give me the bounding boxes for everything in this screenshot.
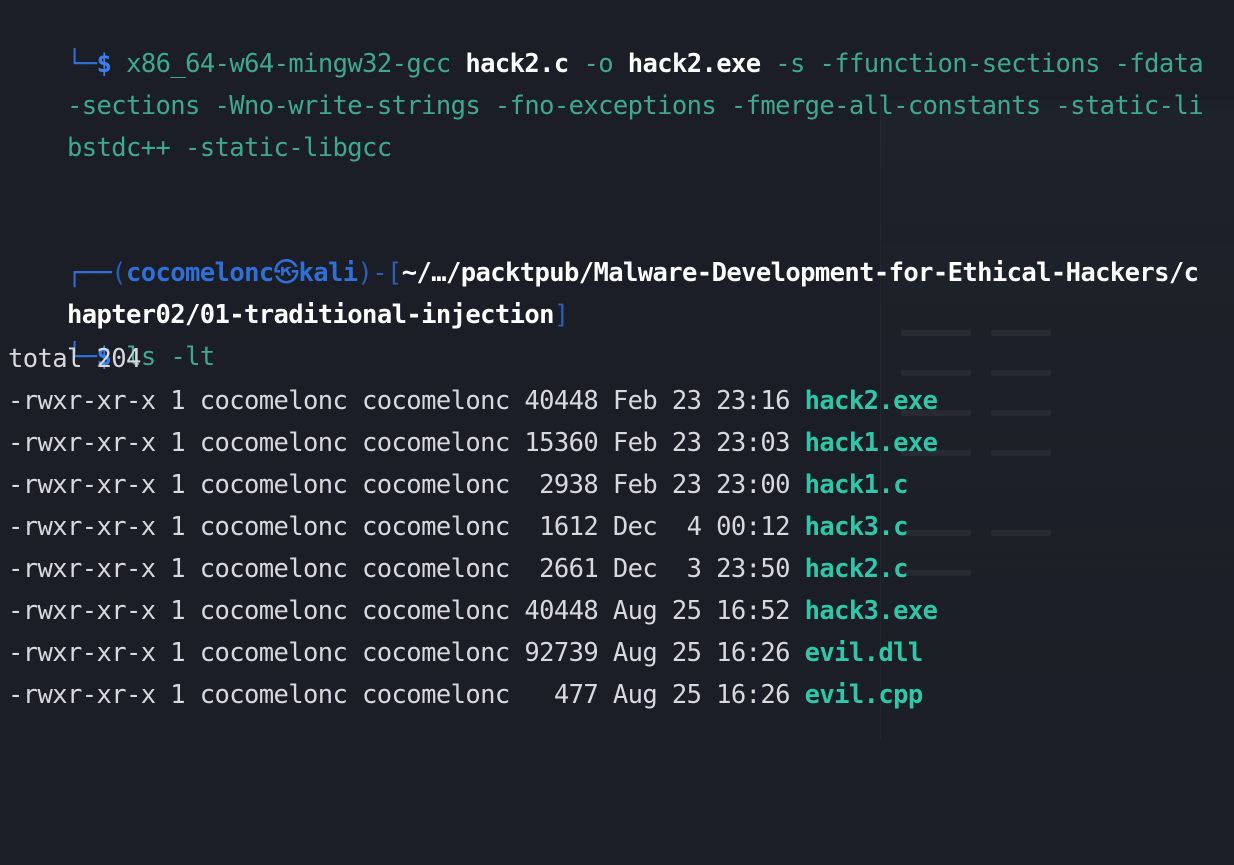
listing-row: -rwxr-xr-x 1 cocomelonc cocomelonc 40448… (8, 591, 938, 631)
file-name: evil.cpp (804, 680, 924, 710)
listing-row: -rwxr-xr-x 1 cocomelonc cocomelonc 92739… (8, 633, 923, 673)
file-name: hack2.c (804, 554, 909, 584)
file-info: -rwxr-xr-x 1 cocomelonc cocomelonc 40448… (8, 596, 805, 626)
listing-row: -rwxr-xr-x 1 cocomelonc cocomelonc 15360… (8, 423, 938, 463)
ls-command-line: └─$ ls -lt (8, 297, 215, 372)
listing-row: -rwxr-xr-x 1 cocomelonc cocomelonc 40448… (8, 381, 938, 421)
terminal-window[interactable]: └─$ x86_64-w64-mingw32-gcc hack2.c -o ha… (0, 0, 1234, 865)
listing-row: -rwxr-xr-x 1 cocomelonc cocomelonc 2661 … (8, 549, 909, 589)
prompt-close-bracket: ] (553, 300, 569, 330)
listing-row: -rwxr-xr-x 1 cocomelonc cocomelonc 477 A… (8, 675, 923, 715)
file-info: -rwxr-xr-x 1 cocomelonc cocomelonc 1612 … (8, 512, 805, 542)
file-name: evil.dll (804, 638, 924, 668)
file-info: -rwxr-xr-x 1 cocomelonc cocomelonc 2938 … (8, 470, 805, 500)
file-info: -rwxr-xr-x 1 cocomelonc cocomelonc 15360… (8, 428, 805, 458)
file-name: hack3.exe (804, 596, 938, 626)
total-line: total 204 (8, 344, 141, 374)
file-name: hack1.c (804, 470, 909, 500)
compiler-flags-3: bstdc++ -static-libgcc (67, 133, 392, 163)
compile-command-line: └─$ x86_64-w64-mingw32-gcc hack2.c -o ha… (8, 4, 1204, 79)
file-info: -rwxr-xr-x 1 cocomelonc cocomelonc 40448… (8, 386, 805, 416)
file-info: -rwxr-xr-x 1 cocomelonc cocomelonc 477 A… (8, 680, 805, 710)
prompt-path-wrap-line: hapter02/01-traditional-injection] (8, 255, 569, 330)
listing-row: -rwxr-xr-x 1 cocomelonc cocomelonc 1612 … (8, 507, 909, 547)
file-name: hack2.exe (804, 386, 938, 416)
listing-row: -rwxr-xr-x 1 cocomelonc cocomelonc 2938 … (8, 465, 909, 505)
compile-command-wrap-2: bstdc++ -static-libgcc (8, 88, 392, 163)
prompt-header-line: ┌──(cocomelonc㉿kali)-[~/…/packtpub/Malwa… (8, 213, 1199, 288)
compile-command-wrap-1: -sections -Wno-write-strings -fno-except… (8, 46, 1204, 121)
file-name: hack3.c (804, 512, 909, 542)
file-info: -rwxr-xr-x 1 cocomelonc cocomelonc 2661 … (8, 554, 805, 584)
file-name: hack1.exe (804, 428, 938, 458)
file-info: -rwxr-xr-x 1 cocomelonc cocomelonc 92739… (8, 638, 805, 668)
